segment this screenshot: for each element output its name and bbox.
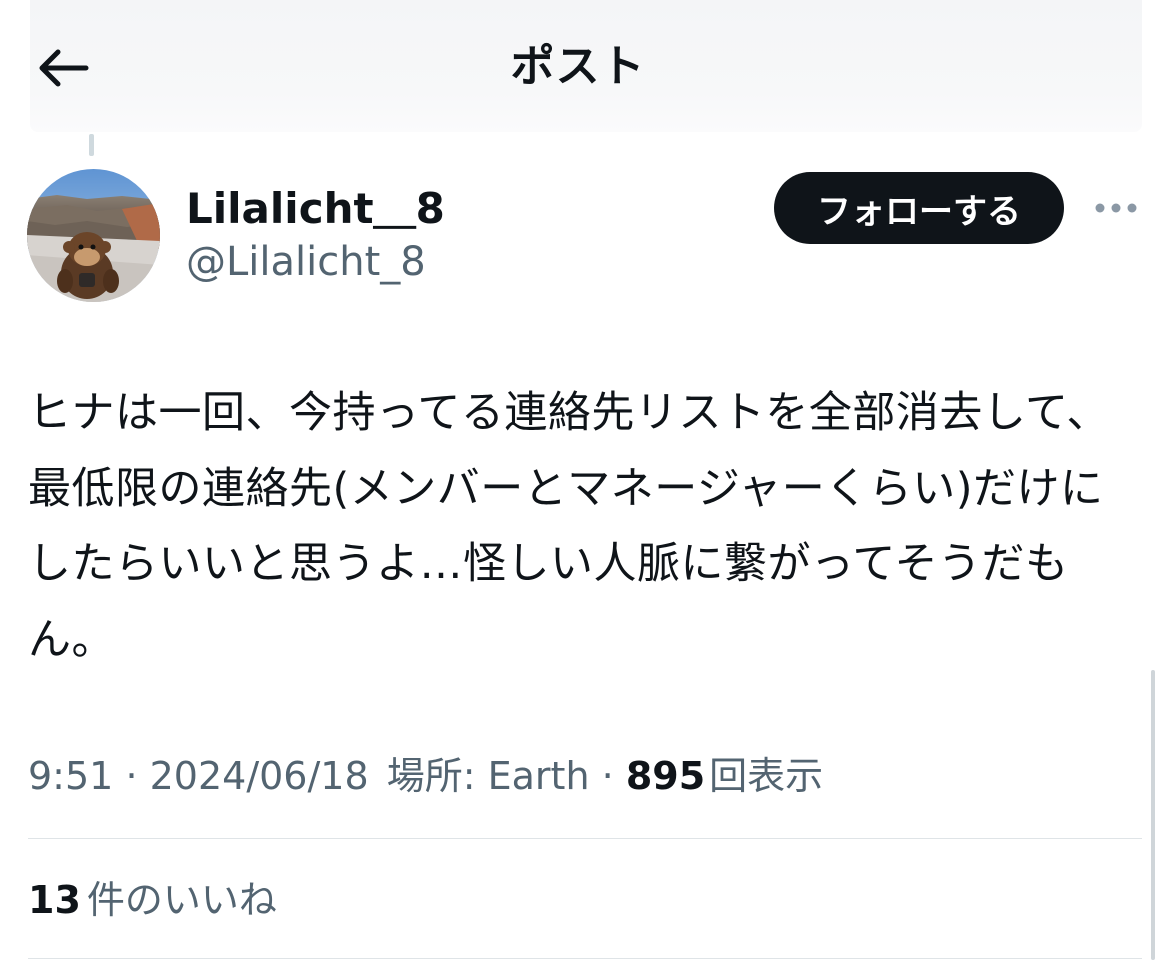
top-bar: ポスト	[0, 0, 1156, 134]
more-dots-icon	[1095, 203, 1137, 213]
views-label: 回表示	[709, 754, 824, 798]
post-location: 場所: Earth	[386, 754, 590, 798]
thread-connector-line	[89, 134, 94, 156]
post-text: ヒナは一回、今持ってる連絡先リストを全部消去して、最低限の連絡先(メンバーとマネ…	[28, 388, 1110, 665]
divider	[28, 958, 1142, 959]
author-display-name[interactable]: Lilalicht＿8	[186, 180, 445, 238]
post-date[interactable]: 2024/06/18	[150, 754, 369, 798]
author-handle[interactable]: @Lilalicht_8	[186, 234, 426, 290]
avatar[interactable]	[27, 169, 160, 302]
likes-count: 13	[28, 878, 81, 922]
post-time[interactable]: 9:51	[28, 754, 113, 798]
post-meta: 9:51 · 2024/06/18 場所: Earth · 895 回表示	[28, 748, 823, 804]
divider	[28, 838, 1142, 839]
views-count: 895	[625, 754, 706, 798]
likes-summary[interactable]: 13 件のいいね	[28, 872, 277, 928]
post-detail-page: ポスト Lilalicht＿8 @Lilalicht_8 フォローする ヒナは一…	[0, 0, 1156, 970]
follow-button[interactable]: フォローする	[774, 172, 1064, 244]
more-options-button[interactable]	[1088, 186, 1144, 230]
meta-separator: ·	[125, 754, 138, 798]
avatar-image	[27, 169, 160, 302]
meta-separator: ·	[601, 754, 614, 798]
likes-label: 件のいいね	[86, 878, 277, 922]
page-title: ポスト	[510, 41, 646, 92]
scrollbar[interactable]	[1151, 670, 1155, 960]
